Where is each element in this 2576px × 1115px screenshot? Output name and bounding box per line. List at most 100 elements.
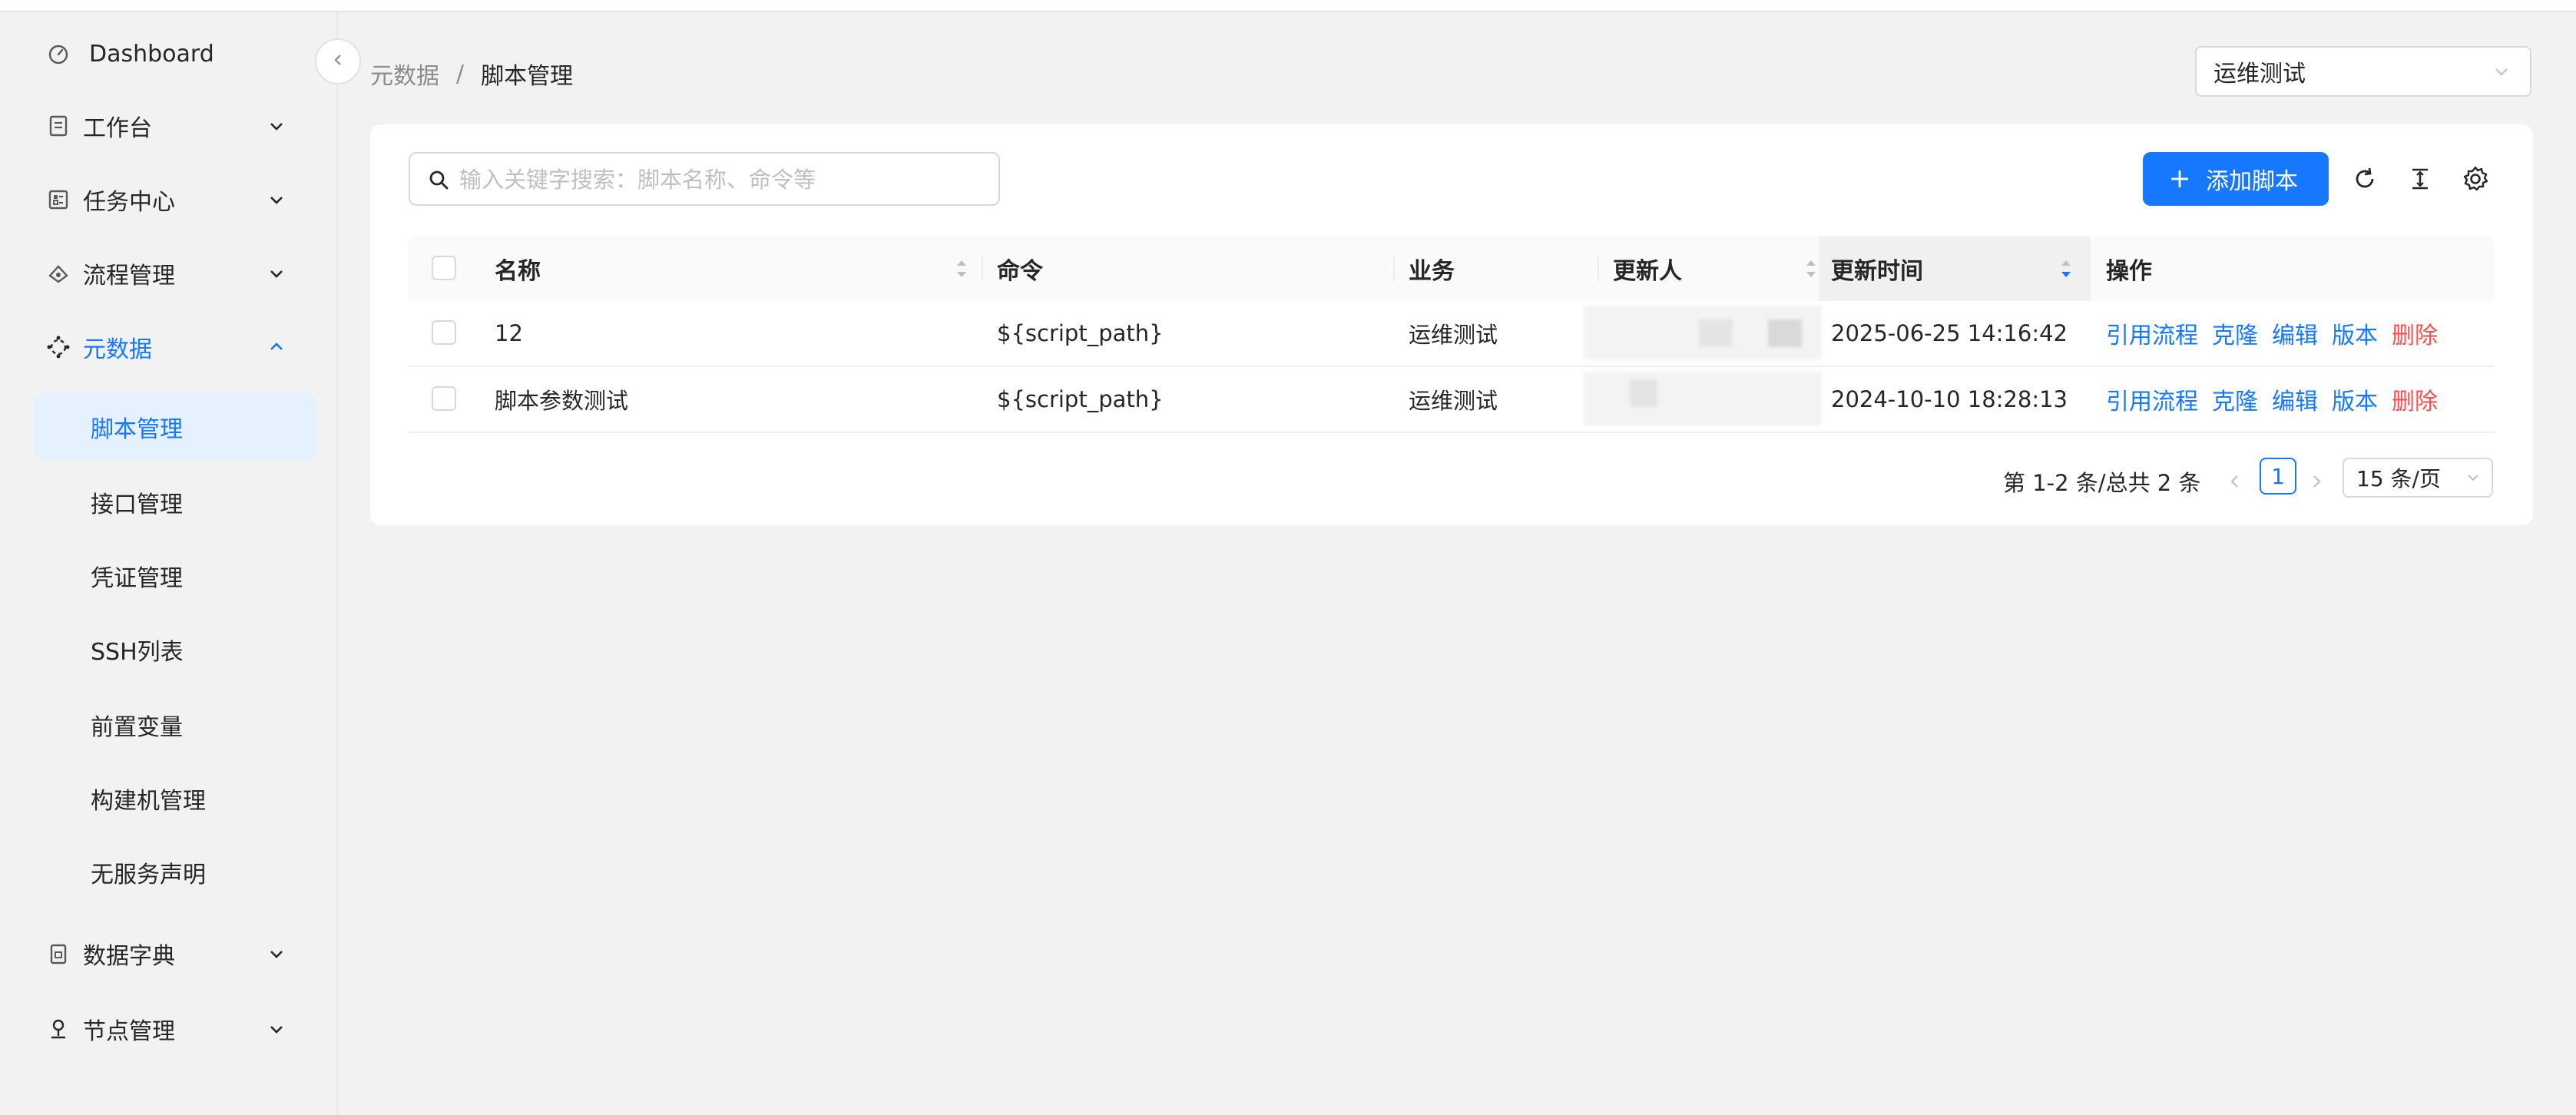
chevron-up-icon	[261, 332, 292, 362]
version-link[interactable]: 版本	[2332, 316, 2378, 350]
sidebar-subitem-credential-management[interactable]: 凭证管理	[34, 542, 316, 610]
row-checkbox[interactable]	[432, 320, 456, 345]
sidebar-subitem-build-machine[interactable]: 构建机管理	[34, 765, 316, 832]
chevron-down-icon	[2488, 58, 2515, 84]
cell-command: ${script_path}	[997, 320, 1164, 346]
sidebar-item-label: 数据字典	[83, 943, 175, 970]
search-icon	[425, 167, 452, 193]
plus-icon	[2166, 165, 2194, 193]
top-header-bar	[0, 0, 2576, 12]
redacted-updater	[1584, 372, 1822, 425]
column-header-name[interactable]: 名称	[495, 237, 541, 301]
sidebar-item-flow-management[interactable]: 流程管理	[0, 246, 336, 301]
column-height-icon[interactable]	[2402, 161, 2438, 197]
table-header: 名称 命令 业务 更新人 更新时间 操作	[409, 237, 2495, 303]
breadcrumb-separator: /	[456, 60, 465, 88]
sidebar-subitem-api-management[interactable]: 接口管理	[34, 468, 316, 536]
sidebar-subitem-label: 无服务声明	[91, 862, 206, 888]
delete-link[interactable]: 删除	[2392, 316, 2438, 350]
sidebar-subitem-label: 凭证管理	[91, 565, 183, 592]
cell-updated-at: 2024-10-10 18:28:13	[1831, 386, 2068, 412]
clone-link[interactable]: 克隆	[2212, 382, 2258, 416]
page-number-current[interactable]: 1	[2260, 458, 2296, 495]
edit-link[interactable]: 编辑	[2272, 382, 2318, 416]
sidebar-item-metadata[interactable]: 元数据	[0, 319, 336, 375]
sort-icon[interactable]	[952, 253, 971, 284]
settings-gear-icon[interactable]	[2458, 161, 2493, 197]
business-select-value: 运维测试	[2213, 61, 2306, 88]
sidebar-item-label: Dashboard	[89, 40, 214, 68]
version-link[interactable]: 版本	[2332, 382, 2378, 416]
chevron-down-icon	[261, 1014, 292, 1044]
sidebar-item-label: 节点管理	[83, 1018, 175, 1045]
sidebar-item-node-management[interactable]: 节点管理	[0, 1001, 336, 1057]
column-header-command: 命令	[997, 258, 1043, 285]
breadcrumb-item-current: 脚本管理	[481, 63, 574, 90]
column-divider	[1393, 256, 1395, 281]
chevron-left-icon	[330, 52, 346, 71]
sidebar-subitem-pre-variables[interactable]: 前置变量	[34, 691, 316, 759]
edit-link[interactable]: 编辑	[2272, 316, 2318, 350]
cell-command: ${script_path}	[997, 386, 1164, 412]
chevron-right-icon	[2313, 475, 2321, 488]
table-row: 12 ${script_path} 运维测试 2025-06-25 14:16:…	[409, 301, 2495, 367]
sidebar-subitem-label: 构建机管理	[91, 788, 206, 815]
refresh-icon[interactable]	[2347, 161, 2382, 197]
clone-link[interactable]: 克隆	[2212, 316, 2258, 350]
row-checkbox[interactable]	[432, 386, 456, 411]
sidebar-item-dashboard[interactable]: Dashboard	[0, 26, 336, 81]
chevron-down-icon	[261, 184, 292, 215]
column-divider	[982, 256, 983, 281]
sidebar-subitem-serverless-declaration[interactable]: 无服务声明	[34, 839, 316, 906]
delete-link[interactable]: 删除	[2392, 382, 2438, 416]
sort-descending-icon[interactable]	[2057, 253, 2075, 284]
page-size-select[interactable]: 15 条/页	[2343, 458, 2493, 498]
dictionary-icon	[43, 938, 74, 969]
column-header-actions: 操作	[2106, 258, 2152, 285]
pagination-total: 第 1-2 条/总共 2 条	[2003, 470, 2201, 496]
breadcrumb-item-metadata[interactable]: 元数据	[370, 57, 439, 91]
script-list-card: 添加脚本 名称 命令 业务 更新人 更新时间 操作 12 ${script_pa…	[370, 124, 2533, 525]
flow-icon	[43, 258, 74, 289]
breadcrumb: 元数据 / 脚本管理	[370, 57, 573, 91]
sidebar-item-data-dictionary[interactable]: 数据字典	[0, 926, 336, 981]
redacted-updater	[1584, 306, 1822, 359]
column-header-updater[interactable]: 更新人	[1613, 237, 1682, 301]
add-script-label: 添加脚本	[2206, 168, 2298, 195]
ref-flow-link[interactable]: 引用流程	[2106, 316, 2198, 350]
column-header-updated-at[interactable]: 更新时间	[1831, 237, 1923, 301]
sidebar-subitem-label: 前置变量	[91, 714, 183, 741]
cell-business: 运维测试	[1409, 388, 1498, 414]
prev-page-button[interactable]	[2220, 464, 2250, 499]
column-header-business: 业务	[1409, 258, 1455, 285]
workbench-icon	[43, 111, 74, 141]
next-page-button[interactable]	[2301, 464, 2332, 499]
cell-business: 运维测试	[1409, 322, 1498, 348]
sidebar-subitem-ssh-list[interactable]: SSH列表	[34, 616, 316, 683]
ref-flow-link[interactable]: 引用流程	[2106, 382, 2198, 416]
sort-icon[interactable]	[1802, 253, 1820, 284]
metadata-icon	[43, 332, 74, 362]
sidebar-item-workbench[interactable]: 工作台	[0, 98, 336, 154]
search-input[interactable]	[458, 160, 991, 200]
business-select[interactable]: 运维测试	[2195, 46, 2531, 97]
sidebar-subitem-script-management[interactable]: 脚本管理	[34, 393, 316, 461]
chevron-left-icon	[2230, 475, 2238, 488]
cell-name: 12	[495, 320, 523, 346]
sidebar-subitem-label: 接口管理	[91, 491, 183, 518]
sidebar-item-task-center[interactable]: 任务中心	[0, 172, 336, 227]
cell-actions: 引用流程 克隆 编辑 版本 删除	[2106, 301, 2452, 366]
sidebar-collapse-button[interactable]	[315, 38, 361, 84]
sidebar-item-label: 元数据	[83, 336, 152, 363]
sidebar: Dashboard 工作台 任务中心 流程管理 元数据 脚本管理 接口管理 凭证…	[0, 12, 338, 1115]
select-all-checkbox[interactable]	[432, 256, 456, 280]
chevron-down-icon	[261, 258, 292, 289]
page-size-value: 15 条/页	[2356, 466, 2441, 491]
chevron-down-icon	[2462, 467, 2484, 488]
sidebar-subitem-label: 脚本管理	[91, 416, 183, 443]
table-row: 脚本参数测试 ${script_path} 运维测试 2024-10-10 18…	[409, 367, 2495, 433]
chevron-down-icon	[261, 111, 292, 141]
column-divider	[1598, 256, 1599, 281]
add-script-button[interactable]: 添加脚本	[2143, 152, 2329, 206]
sidebar-item-label: 工作台	[83, 115, 152, 142]
